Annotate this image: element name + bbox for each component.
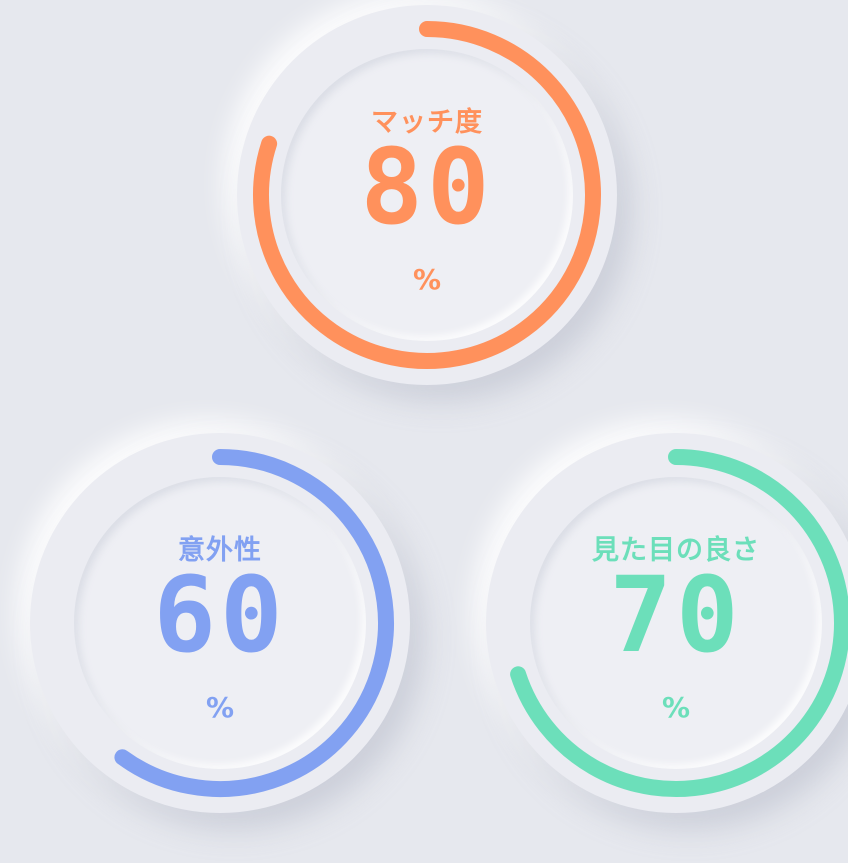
surprise-unit: % — [205, 691, 235, 724]
looks-value: 70 — [609, 554, 743, 676]
match-unit: % — [412, 263, 442, 296]
looks-unit: % — [661, 691, 691, 724]
match-value: 80 — [360, 126, 494, 248]
match-gauge: マッチ度 80 % — [237, 5, 617, 385]
surprise-value: 60 — [153, 554, 287, 676]
looks-gauge: 見た目の良さ 70 % — [486, 433, 848, 813]
surprise-gauge: 意外性 60 % — [30, 433, 410, 813]
